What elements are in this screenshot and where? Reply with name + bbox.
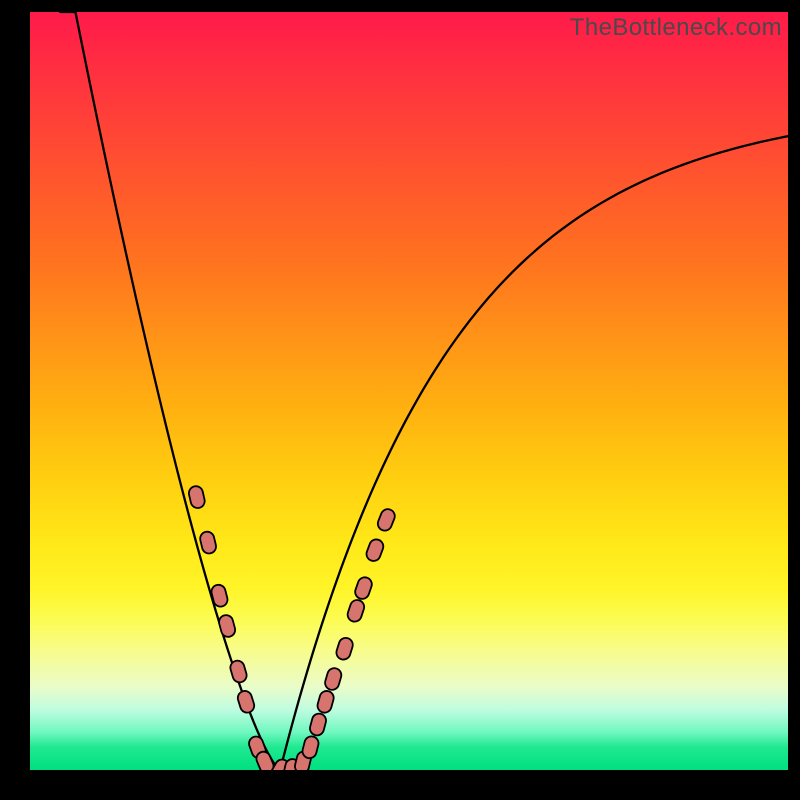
marker-bead: [301, 735, 320, 760]
marker-bead: [217, 614, 236, 639]
marker-bead: [308, 712, 327, 737]
marker-bead: [199, 530, 218, 555]
marker-bead: [236, 689, 256, 714]
marker-bead: [365, 537, 386, 562]
marker-bead: [188, 485, 207, 510]
marker-bead: [376, 507, 397, 533]
marker-bead: [353, 575, 373, 600]
bottleneck-chart: [30, 12, 788, 770]
marker-bead: [323, 666, 343, 691]
marker-bead: [346, 598, 366, 623]
curve-line: [60, 12, 788, 770]
marker-bead: [229, 659, 249, 684]
watermark-text: TheBottleneck.com: [570, 14, 782, 42]
marker-bead: [316, 689, 335, 714]
marker-bead: [335, 636, 355, 661]
